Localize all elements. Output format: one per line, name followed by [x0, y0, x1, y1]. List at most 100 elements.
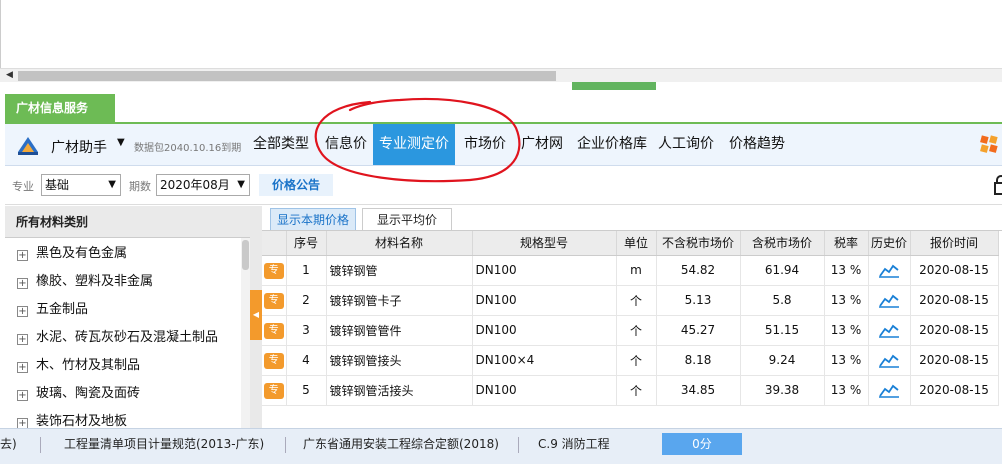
table-row[interactable]: 专 3 镀锌钢管管件 DN100 个 45.27 51.15 13 % 2020-08-15 [262, 315, 999, 346]
status-item[interactable]: 工程量清单项目计量规范(2013-广东) [64, 429, 264, 464]
category-item[interactable]: + 水泥、砖瓦灰砂石及混凝土制品 [5, 324, 218, 352]
tab-current-price[interactable]: 显示本期价格 [270, 208, 356, 230]
status-separator [40, 437, 41, 453]
panel-tab[interactable]: 广材信息服务 [5, 94, 115, 122]
history-trend-icon[interactable] [878, 352, 900, 368]
cell-unit: 个 [616, 285, 657, 316]
history-trend-icon[interactable] [878, 262, 900, 278]
category-item[interactable]: + 装饰石材及地板 [5, 408, 127, 428]
nav-price-trend[interactable]: 价格趋势 [725, 124, 789, 165]
category-item[interactable]: + 五金制品 [5, 296, 88, 324]
cell-no: 4 [286, 345, 327, 376]
cell-name: 镀锌钢管卡子 [326, 285, 473, 316]
column-header[interactable]: 含税市场价 [740, 231, 825, 256]
specialty-select[interactable]: 基础 ▼ [41, 174, 121, 196]
nav-professional-price[interactable]: 专业测定价 [373, 124, 455, 165]
app-window: ◀ 广材信息服务 广材助手 ▼ 数据包2040.10.16到期 全部类型 信息价… [0, 0, 1002, 464]
expand-plus-icon[interactable]: + [17, 278, 28, 289]
score-box[interactable]: 0分 [662, 433, 742, 455]
cell-spec: DN100×4 [472, 345, 617, 376]
expand-plus-icon[interactable]: + [17, 250, 28, 261]
cell-no: 5 [286, 375, 327, 406]
category-scrollbar[interactable] [241, 238, 250, 428]
period-value: 2020年08月 [160, 178, 230, 192]
nav-market-price[interactable]: 市场价 [458, 124, 512, 165]
category-label: 装饰石材及地板 [36, 414, 128, 428]
cell-price-in-tax: 9.24 [740, 345, 825, 376]
chevron-down-icon: ▼ [108, 179, 116, 190]
expand-plus-icon[interactable]: + [17, 390, 28, 401]
table-row[interactable]: 专 1 镀锌钢管 DN100 m 54.82 61.94 13 % 2020-08-15 [262, 255, 999, 286]
brand-name[interactable]: 广材助手 [51, 137, 107, 157]
category-label: 玻璃、陶瓷及面砖 [36, 386, 141, 401]
column-header[interactable]: 不含税市场价 [656, 231, 741, 256]
history-trend-icon[interactable] [878, 322, 900, 338]
expand-plus-icon[interactable]: + [17, 418, 28, 428]
expand-plus-icon[interactable]: + [17, 306, 28, 317]
nav-all-types[interactable]: 全部类型 [248, 124, 314, 165]
cell-tax-rate: 13 % [824, 345, 869, 376]
scrollbar-thumb[interactable] [18, 71, 556, 81]
category-label: 橡胶、塑料及非金属 [36, 274, 154, 289]
status-item[interactable]: 广东省通用安装工程综合定额(2018) [303, 429, 499, 464]
tab-average-price[interactable]: 显示平均价 [362, 208, 452, 230]
collapse-arrow-icon[interactable]: ◀ [250, 290, 262, 340]
column-header[interactable]: 历史价 [868, 231, 911, 256]
column-header[interactable]: 规格型号 [472, 231, 617, 256]
category-item[interactable]: + 黑色及有色金属 [5, 240, 127, 268]
scrollbar-thumb[interactable] [242, 240, 249, 270]
cell-unit: m [616, 255, 657, 286]
cell-price-ex-tax: 54.82 [656, 255, 741, 286]
nav-labor-inquiry[interactable]: 人工询价 [655, 124, 717, 165]
price-notice-button[interactable]: 价格公告 [259, 174, 333, 196]
status-item[interactable]: C.9 消防工程 [538, 429, 610, 464]
lock-icon[interactable] [993, 175, 1002, 195]
cell-date: 2020-08-15 [910, 345, 999, 376]
cell-unit: 个 [616, 375, 657, 406]
nav-enterprise-library[interactable]: 企业价格库 [574, 124, 650, 165]
professional-tag: 专 [263, 352, 284, 369]
nav-guangcai-web[interactable]: 广材网 [517, 124, 567, 165]
cell-unit: 个 [616, 345, 657, 376]
category-label: 水泥、砖瓦灰砂石及混凝土制品 [36, 330, 219, 345]
column-header[interactable]: 单位 [616, 231, 657, 256]
table-row[interactable]: 专 2 镀锌钢管卡子 DN100 个 5.13 5.8 13 % 2020-08-15 [262, 285, 999, 316]
column-header[interactable]: 报价时间 [910, 231, 999, 256]
category-item[interactable]: + 橡胶、塑料及非金属 [5, 268, 153, 296]
expand-plus-icon[interactable]: + [17, 362, 28, 373]
expand-plus-icon[interactable]: + [17, 334, 28, 345]
scroll-left-arrow-icon[interactable]: ◀ [6, 70, 13, 80]
period-select[interactable]: 2020年08月 ▼ [156, 174, 250, 196]
cell-tax-rate: 13 % [824, 375, 869, 406]
panel-resize-grip[interactable] [572, 82, 656, 90]
status-bar: 去) 工程量清单项目计量规范(2013-广东) 广东省通用安装工程综合定额(20… [0, 428, 1002, 464]
history-trend-icon[interactable] [878, 292, 900, 308]
brand-dropdown-icon[interactable]: ▼ [117, 137, 125, 148]
cell-spec: DN100 [472, 315, 617, 346]
category-item[interactable]: + 玻璃、陶瓷及面砖 [5, 380, 140, 408]
specialty-label: 专业 [12, 180, 34, 193]
cell-price-in-tax: 61.94 [740, 255, 825, 286]
cell-price-in-tax: 5.8 [740, 285, 825, 316]
table-header-row: 序号 材料名称 规格型号 单位 不含税市场价 含税市场价 税率 历史价 报价时间 [262, 231, 999, 256]
history-trend-icon[interactable] [878, 382, 900, 398]
tag-cell: 专 [262, 375, 287, 406]
table-row[interactable]: 专 4 镀锌钢管接头 DN100×4 个 8.18 9.24 13 % 2020-08-15 [262, 345, 999, 376]
column-header[interactable]: 序号 [286, 231, 327, 256]
column-header[interactable]: 税率 [824, 231, 869, 256]
cell-history [868, 315, 911, 346]
status-separator [518, 437, 519, 453]
category-item[interactable]: + 木、竹材及其制品 [5, 352, 140, 380]
horizontal-scrollbar[interactable]: ◀ [0, 68, 1002, 82]
column-header[interactable]: 材料名称 [326, 231, 473, 256]
table-row[interactable]: 专 5 镀锌钢管活接头 DN100 个 34.85 39.38 13 % 2020-08-15 [262, 375, 999, 406]
cell-name: 镀锌钢管 [326, 255, 473, 286]
app-grid-icon[interactable] [979, 134, 999, 154]
cell-price-in-tax: 39.38 [740, 375, 825, 406]
cell-price-ex-tax: 34.85 [656, 375, 741, 406]
cell-history [868, 285, 911, 316]
status-item[interactable]: 去) [0, 429, 17, 464]
cell-name: 镀锌钢管接头 [326, 345, 473, 376]
nav-info-price[interactable]: 信息价 [319, 124, 373, 165]
panel-splitter[interactable]: ◀ [250, 206, 262, 428]
